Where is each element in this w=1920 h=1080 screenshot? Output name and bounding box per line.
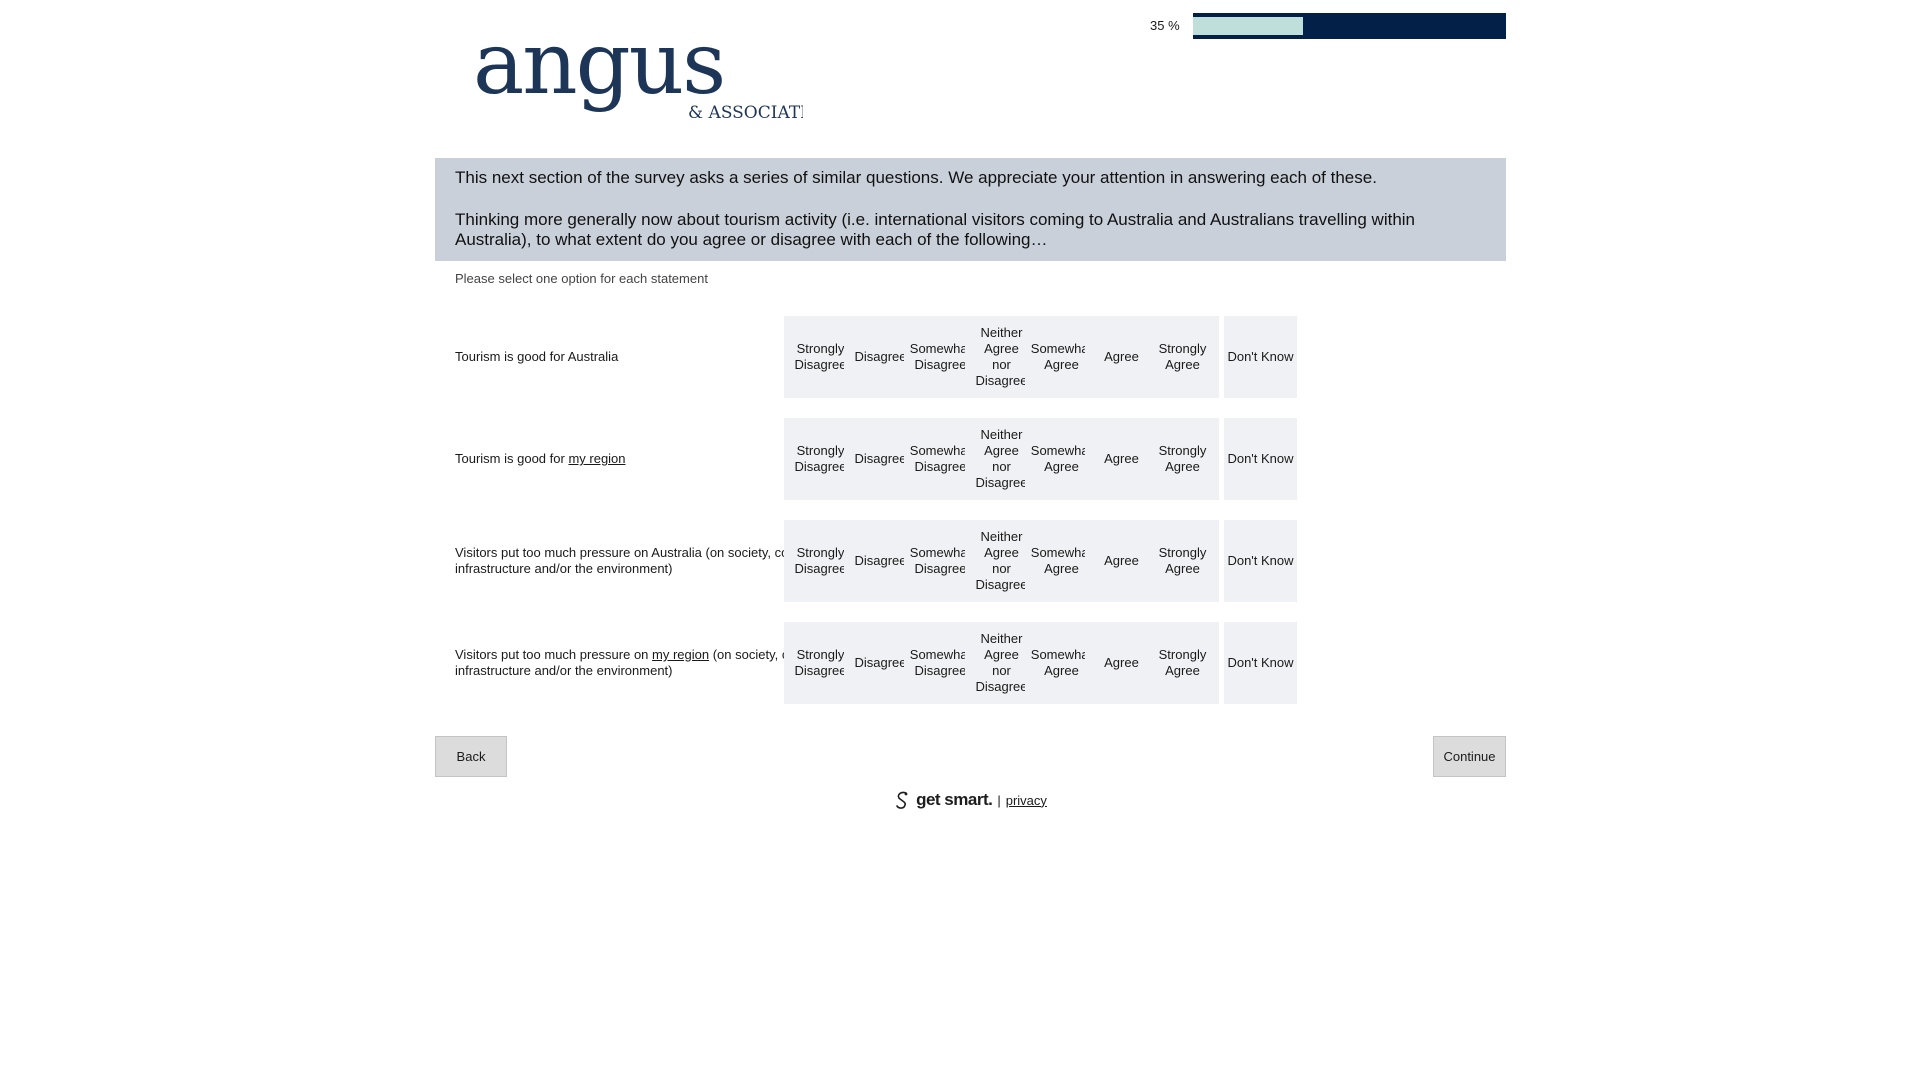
option-label: Disagree bbox=[794, 561, 847, 576]
option-label: Agree bbox=[1104, 451, 1139, 466]
option-strongly-agree[interactable]: Strongly Agree bbox=[1146, 622, 1219, 704]
footer-separator: | bbox=[997, 792, 1001, 808]
option-label: Agree bbox=[984, 545, 1019, 560]
option-label: Neither bbox=[980, 325, 1023, 340]
statement-text: Visitors put too much pressure on bbox=[455, 647, 653, 662]
continue-button[interactable]: Continue bbox=[1433, 736, 1506, 777]
option-dont-know[interactable]: Don't Know bbox=[1224, 622, 1297, 704]
option-label: Neither bbox=[980, 427, 1023, 442]
option-label: Neither bbox=[980, 631, 1023, 646]
option-label: Agree bbox=[984, 341, 1019, 356]
instruction-text: Please select one option for each statem… bbox=[455, 271, 708, 286]
option-label: Disagree bbox=[914, 663, 967, 678]
option-label: Agree bbox=[984, 647, 1019, 662]
option-strongly-agree[interactable]: Strongly Agree bbox=[1146, 520, 1219, 602]
intro-panel: This next section of the survey asks a s… bbox=[435, 158, 1506, 261]
option-label: Disagree bbox=[914, 561, 967, 576]
footer: get smart. | privacy bbox=[435, 788, 1506, 812]
statement-region-term: my region bbox=[652, 647, 710, 662]
option-label: nor bbox=[992, 561, 1011, 576]
option-label: Somewhat bbox=[909, 545, 972, 560]
option-label: Somewhat bbox=[1030, 647, 1093, 662]
progress-indicator: 35 % bbox=[1150, 13, 1506, 39]
option-label: Strongly bbox=[1158, 545, 1207, 560]
option-label: Somewhat bbox=[909, 647, 972, 662]
option-label: Somewhat bbox=[909, 341, 972, 356]
option-label: Agree bbox=[1104, 349, 1139, 364]
option-label: Disagree bbox=[975, 679, 1028, 694]
option-label: nor bbox=[992, 459, 1011, 474]
option-label: Strongly bbox=[796, 545, 845, 560]
option-label: Disagree bbox=[794, 459, 847, 474]
option-label: Don't Know bbox=[1227, 655, 1294, 670]
statement-row: Tourism is good for my region Strongly Dis… bbox=[435, 418, 1506, 500]
option-label: Agree bbox=[1104, 553, 1139, 568]
angus-logo-mark: angus & ASSOCIATES bbox=[473, 20, 803, 123]
statement-row: Visitors put too much pressure on Austra… bbox=[435, 520, 1506, 602]
progress-label: 35 % bbox=[1150, 18, 1180, 33]
option-label: Strongly bbox=[796, 341, 845, 356]
intro-paragraph-2: Thinking more generally now about touris… bbox=[455, 210, 1416, 249]
angus-associates-logo: angus & ASSOCIATES bbox=[463, 20, 803, 130]
option-label: Disagree bbox=[914, 459, 967, 474]
getsmart-brand: get smart. bbox=[916, 790, 993, 809]
option-label: Agree bbox=[1165, 561, 1200, 576]
option-label: Disagree bbox=[794, 357, 847, 372]
option-label: Strongly bbox=[1158, 647, 1207, 662]
option-label: Agree bbox=[1044, 663, 1079, 678]
privacy-link[interactable]: privacy bbox=[1006, 793, 1047, 808]
intro-paragraph-1: This next section of the survey asks a s… bbox=[455, 168, 1377, 187]
logo-subline: & ASSOCIATES bbox=[688, 103, 803, 123]
option-label: Strongly bbox=[1158, 443, 1207, 458]
option-label: Somewhat bbox=[909, 443, 972, 458]
option-label: Disagree bbox=[794, 663, 847, 678]
option-label: Agree bbox=[1044, 357, 1079, 372]
option-label: nor bbox=[992, 357, 1011, 372]
option-label: Agree bbox=[984, 443, 1019, 458]
option-label: Agree bbox=[1165, 357, 1200, 372]
option-label: Agree bbox=[1104, 655, 1139, 670]
option-label: Don't Know bbox=[1227, 451, 1294, 466]
option-label: nor bbox=[992, 663, 1011, 678]
statement-text: Tourism is good for Australia bbox=[455, 349, 619, 364]
option-label: Strongly bbox=[796, 443, 845, 458]
option-strongly-agree[interactable]: Strongly Agree bbox=[1146, 316, 1219, 398]
statement-row: Visitors put too much pressure on my reg… bbox=[435, 622, 1506, 704]
option-label: Don't Know bbox=[1227, 349, 1294, 364]
option-label: Strongly bbox=[796, 647, 845, 662]
option-dont-know[interactable]: Don't Know bbox=[1224, 520, 1297, 602]
option-label: Disagree bbox=[975, 577, 1028, 592]
option-label: Disagree bbox=[854, 553, 907, 568]
option-label: Disagree bbox=[854, 349, 907, 364]
option-label: Disagree bbox=[975, 373, 1028, 388]
progress-fill bbox=[1193, 17, 1303, 35]
option-label: Neither bbox=[980, 529, 1023, 544]
back-button[interactable]: Back bbox=[435, 736, 507, 777]
statement-row: Tourism is good for Australia Strongly Dis… bbox=[435, 316, 1506, 398]
option-label: Disagree bbox=[854, 655, 907, 670]
option-label: Agree bbox=[1165, 663, 1200, 678]
option-label: Strongly bbox=[1158, 341, 1207, 356]
option-label: Disagree bbox=[914, 357, 967, 372]
option-dont-know[interactable]: Don't Know bbox=[1224, 316, 1297, 398]
option-label: Agree bbox=[1165, 459, 1200, 474]
option-label: Somewhat bbox=[1030, 341, 1093, 356]
option-label: Somewhat bbox=[1030, 443, 1093, 458]
option-dont-know[interactable]: Don't Know bbox=[1224, 418, 1297, 500]
statement-text: Tourism is good for bbox=[455, 451, 569, 466]
option-label: Disagree bbox=[975, 475, 1028, 490]
option-strongly-agree[interactable]: Strongly Agree bbox=[1146, 418, 1219, 500]
option-label: Don't Know bbox=[1227, 553, 1294, 568]
option-label: Agree bbox=[1044, 459, 1079, 474]
option-label: Agree bbox=[1044, 561, 1079, 576]
getsmart-logo-icon bbox=[896, 791, 908, 809]
statement-region-term: my region bbox=[568, 451, 626, 466]
option-label: Somewhat bbox=[1030, 545, 1093, 560]
option-label: Disagree bbox=[854, 451, 907, 466]
progress-track bbox=[1193, 13, 1506, 39]
logo-wordmark: angus bbox=[473, 20, 724, 114]
